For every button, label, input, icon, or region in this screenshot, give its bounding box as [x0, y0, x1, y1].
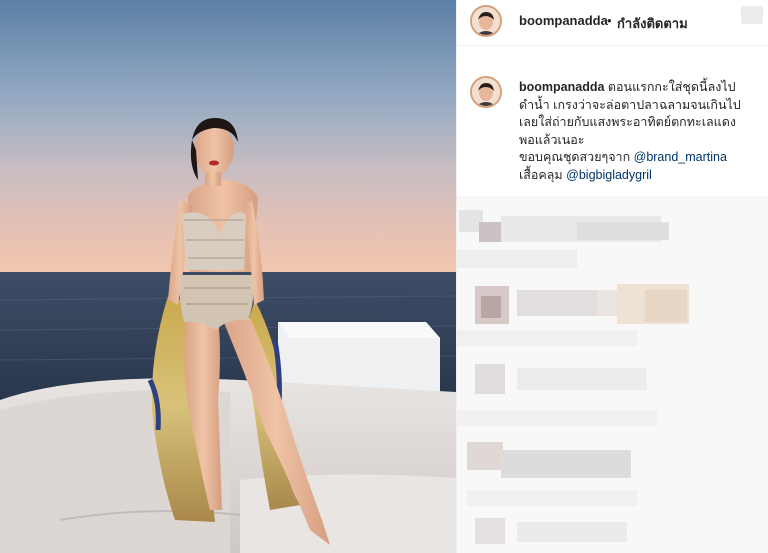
caption-line-3: เลยใส่ถ่ายกับแสงพระอาทิตย์ตกทะเลแดง	[519, 115, 736, 129]
pixel-block	[517, 368, 647, 390]
caption-line-4: พอแล้วเนอะ	[519, 132, 585, 147]
mention-link-robe[interactable]: @bigbigladygril	[566, 168, 652, 182]
pixel-block	[481, 296, 501, 318]
pixel-block	[457, 330, 637, 346]
caption-line-5: ขอบคุณชุดสวยๆจาก @brand_martina	[519, 149, 759, 167]
caption-line-1: boompanadda ตอนแรกกะใส่ชุดนี้ลงไป	[519, 79, 759, 97]
caption-avatar[interactable]	[470, 76, 502, 108]
post-sidebar: boompanadda • กำลังติดตาม boompanadda ตอ…	[456, 0, 768, 553]
caption-text: ขอบคุณชุดสวยๆจาก	[519, 150, 634, 164]
pixel-block	[577, 222, 669, 240]
caption-text: ตอนแรกกะใส่ชุดนี้ลงไป	[607, 80, 736, 94]
post-photo[interactable]	[0, 0, 456, 553]
avatar-image	[472, 7, 500, 35]
post-photo-image	[0, 0, 456, 553]
pixel-block	[457, 410, 657, 426]
more-options-icon[interactable]	[741, 6, 763, 24]
following-button[interactable]: กำลังติดตาม	[617, 13, 688, 34]
pixel-block	[517, 522, 627, 542]
pixel-block	[457, 250, 577, 268]
pixel-block	[475, 364, 505, 394]
pixel-block	[645, 290, 687, 322]
header-username-link[interactable]: boompanadda	[519, 13, 608, 28]
header-separator: •	[607, 13, 612, 28]
post-caption: boompanadda ตอนแรกกะใส่ชุดนี้ลงไป ดำน้ำ …	[519, 79, 759, 184]
caption-username-link[interactable]: boompanadda	[519, 80, 604, 94]
pixel-block	[467, 442, 503, 470]
caption-text: เสื้อคลุม	[519, 167, 567, 182]
pixel-block	[501, 450, 631, 478]
caption-line-6: เสื้อคลุม @bigbigladygril	[519, 167, 759, 185]
pixel-block	[479, 222, 501, 242]
caption-line-2: ดำน้ำ เกรงว่าจะล่อตาปลาฉลามจนเกินไป	[519, 97, 741, 112]
mention-link-brand[interactable]: @brand_martina	[634, 150, 727, 164]
avatar-image	[472, 78, 500, 106]
post-header: boompanadda • กำลังติดตาม	[457, 0, 768, 46]
profile-avatar[interactable]	[470, 5, 502, 37]
pixel-block	[517, 290, 597, 316]
pixel-block	[467, 490, 637, 506]
pixel-block	[475, 518, 505, 544]
